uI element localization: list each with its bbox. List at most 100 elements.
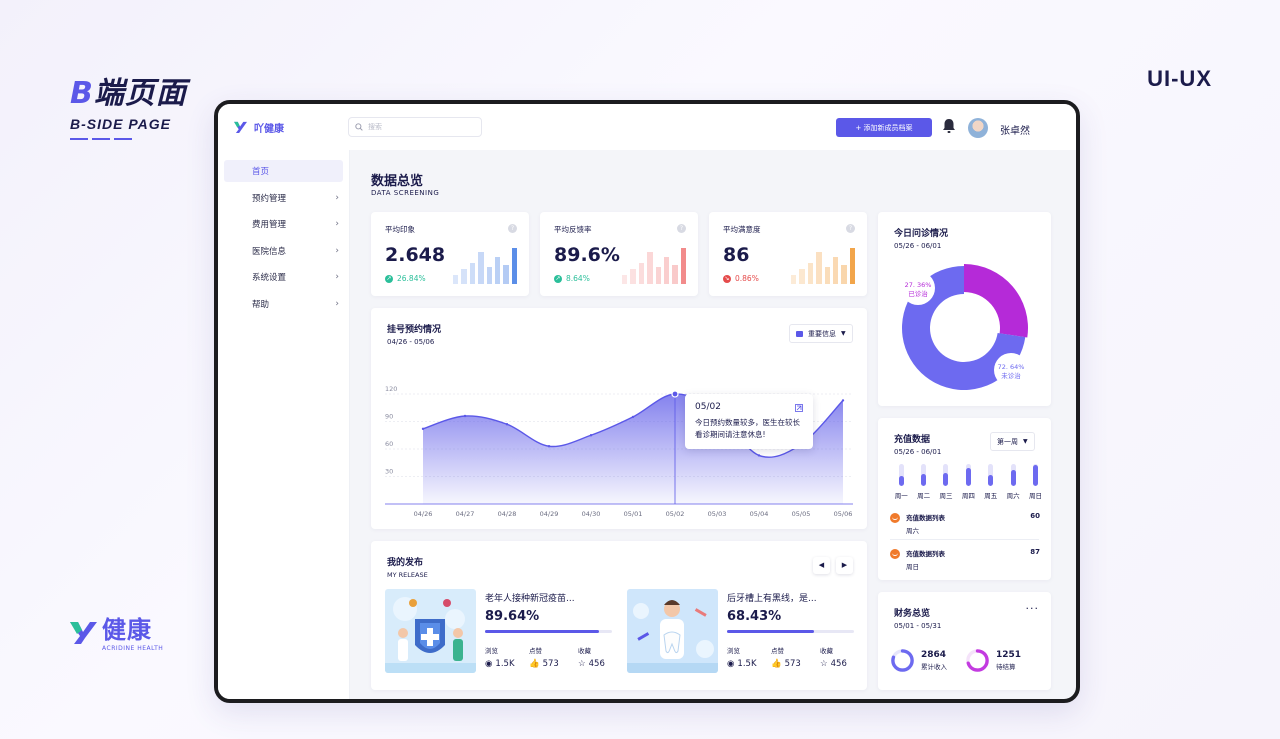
sidebar-item-fees[interactable]: 费用管理 ›	[224, 213, 343, 235]
topup-title: 充值数据	[894, 435, 931, 445]
prev-button[interactable]: ◀	[813, 557, 830, 574]
favs-stat: ☆ 456	[578, 659, 605, 669]
app-window: 吖健康 搜索 + 添加新成员档案 张卓然 首页 预约管理 › 费用管理 › 医院信息…	[214, 100, 1080, 703]
release-post[interactable]: 老年人接种新冠疫苗... 89.64% 浏览 点赞 收藏 ◉ 1.5K 👍 573 …	[385, 589, 615, 675]
bell-icon[interactable]	[942, 118, 956, 134]
sidebar-item-hospital[interactable]: 医院信息 ›	[224, 240, 343, 262]
finance-value: 1251	[996, 650, 1022, 660]
chevron-right-icon: ›	[335, 298, 339, 309]
top-bar: 吖健康 搜索 + 添加新成员档案 张卓然	[218, 104, 1076, 150]
app-brand-name: 吖健康	[254, 123, 284, 135]
expand-icon[interactable]	[795, 404, 803, 412]
smile-icon	[890, 513, 900, 523]
smile-icon	[890, 549, 900, 559]
post-title: 老年人接种新冠疫苗...	[485, 594, 575, 604]
kpi-value: 86	[723, 244, 750, 266]
dentist-illustration-image	[627, 589, 718, 673]
sidebar: 首页 预约管理 › 费用管理 › 医院信息 › 系统设置 › 帮助 ›	[218, 150, 350, 699]
sidebar-item-settings[interactable]: 系统设置 ›	[224, 266, 343, 288]
chevron-right-icon: ›	[335, 245, 339, 256]
views-label: 浏览	[485, 647, 498, 655]
data-point	[505, 423, 509, 426]
tooltip-date: 05/02	[695, 402, 721, 412]
topup-list-item[interactable]: 充值数据列表 周六 60	[890, 512, 1040, 535]
sidebar-item-appointments[interactable]: 预约管理 ›	[224, 187, 343, 209]
kpi-mini-bar	[672, 265, 678, 284]
slice-label: 未诊治	[1001, 371, 1021, 380]
day-label: 周一	[894, 492, 908, 500]
highlight-point[interactable]	[671, 390, 679, 398]
week-dropdown[interactable]: 第一周 ▼	[990, 432, 1035, 451]
x-tick-label: 04/27	[456, 510, 475, 518]
kpi-trend: ↗ 8.64%	[554, 274, 590, 283]
sidebar-item-label: 医院信息	[252, 246, 287, 257]
likes-label: 点赞	[771, 647, 784, 655]
topup-card: 充值数据 05/26 - 06/01 第一周 ▼ 周一 周二 周三 周四 周五 …	[878, 418, 1051, 580]
views-value: 1.5K	[737, 659, 757, 669]
caret-down-icon: ▼	[1023, 438, 1028, 445]
finance-value: 2864	[921, 650, 947, 660]
search-input[interactable]: 搜索	[348, 117, 482, 137]
consult-donut-chart: 27. 36%已诊治 72. 64%未诊治	[901, 264, 1028, 390]
post-progress	[727, 630, 854, 633]
kpi-value: 89.6%	[554, 244, 620, 266]
kpi-mini-bar	[630, 268, 636, 284]
help-icon[interactable]: ?	[508, 224, 517, 233]
help-icon[interactable]: ?	[846, 224, 855, 233]
day-label: 周二	[917, 492, 931, 500]
showcase-title-block: B端页面 B-SIDE PAGE	[70, 68, 187, 140]
day-bar-fill	[921, 473, 927, 486]
kpi-trend: ↘ 0.86%	[723, 274, 759, 283]
kpi-mini-bars	[453, 246, 517, 284]
release-post[interactable]: 后牙槽上有黑线，是... 68.43% 浏览 点赞 收藏 ◉ 1.5K 👍 573 …	[627, 589, 857, 675]
topup-item-title: 充值数据列表	[906, 550, 945, 558]
topup-item-title: 充值数据列表	[906, 514, 945, 522]
sidebar-item-help[interactable]: 帮助 ›	[224, 293, 343, 315]
chevron-right-icon: ›	[335, 219, 339, 229]
kpi-mini-bar	[799, 268, 805, 284]
showcase-title-rest: 端页面	[93, 76, 187, 111]
app-logo[interactable]: 吖健康	[234, 120, 348, 135]
help-icon[interactable]: ?	[677, 224, 686, 233]
topup-list-item[interactable]: 充值数据列表 周日 87	[890, 548, 1040, 571]
data-point	[841, 399, 845, 402]
day-bar-fill	[965, 468, 971, 486]
user-name[interactable]: 张卓然	[1000, 122, 1030, 137]
slice-percent: 72. 64%	[998, 363, 1025, 371]
x-tick-label: 05/01	[624, 510, 643, 518]
day-bar: 周一	[890, 464, 912, 500]
post-title: 后牙槽上有黑线，是...	[727, 594, 817, 604]
vaccine-illustration-image	[385, 589, 476, 673]
kpi-mini-bar	[461, 268, 467, 284]
slice-percent: 27. 36%	[905, 281, 932, 289]
sidebar-item-home[interactable]: 首页	[224, 160, 343, 182]
x-tick-label: 05/06	[834, 510, 853, 518]
showcase-underline	[70, 138, 187, 140]
topup-item-day: 周日	[906, 563, 919, 571]
search-icon	[355, 123, 363, 131]
kpi-mini-bar	[494, 257, 501, 284]
day-bar-fill	[898, 476, 904, 486]
donut-slice[interactable]	[964, 264, 1028, 338]
day-bar: 周六	[1002, 464, 1024, 500]
favs-label: 收藏	[820, 647, 833, 655]
add-member-button[interactable]: + 添加新成员档案	[836, 118, 932, 137]
footer-logo: 健康 ACRIDINE HEALTH	[68, 616, 163, 652]
x-tick-label: 05/04	[750, 510, 769, 518]
week-bars: 周一 周二 周三 周四 周五 周六 周日	[890, 464, 1047, 500]
page-title: 数据总览	[371, 174, 424, 189]
next-button[interactable]: ▶	[836, 557, 853, 574]
finance-card: 财务总览 05/01 - 05/31 ··· 2864 累计收入 1251 待结…	[878, 592, 1051, 690]
kpi-mini-bars	[791, 246, 855, 284]
kpi-value: 2.648	[385, 244, 446, 266]
day-label: 周五	[984, 492, 998, 500]
kpi-mini-bar	[453, 274, 459, 284]
sidebar-item-label: 预约管理	[252, 193, 287, 204]
data-point	[631, 415, 635, 419]
page-subtitle: DATA SCREENING	[371, 189, 440, 197]
more-icon[interactable]: ···	[1026, 602, 1040, 615]
chevron-right-icon: ›	[335, 272, 339, 282]
avatar[interactable]	[968, 118, 988, 138]
uiux-label: UI-UX	[1147, 66, 1212, 91]
data-point	[757, 454, 761, 457]
